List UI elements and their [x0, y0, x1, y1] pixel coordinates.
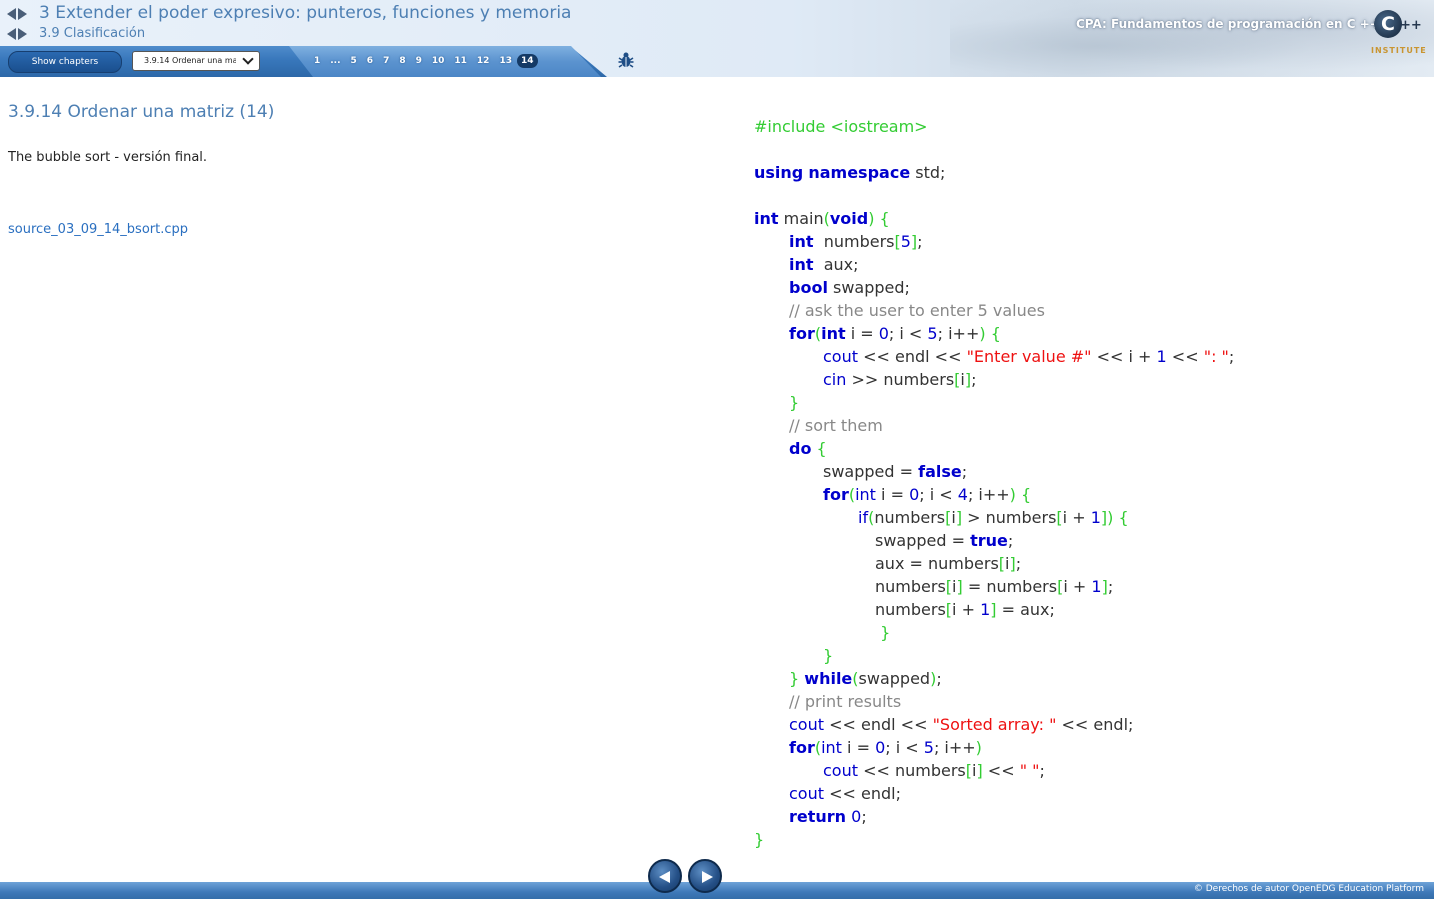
code-line: cout << endl << "Enter value #" << i + 1…	[823, 347, 1235, 366]
logo-c: C	[1374, 10, 1402, 38]
section-nav-arrows	[7, 28, 27, 40]
code-line: }	[754, 830, 765, 849]
code-line: int main(void) {	[754, 209, 890, 228]
code-line: int aux;	[789, 255, 859, 274]
cpp-institute-logo: C ++ INSTITUTE	[1370, 10, 1430, 60]
code-line: numbers[i] = numbers[i + 1];	[875, 577, 1114, 596]
code-line: // sort them	[789, 416, 883, 435]
arrow-left-icon	[659, 871, 670, 883]
next-chapter-icon[interactable]	[18, 8, 27, 20]
page-link[interactable]: 11	[449, 56, 472, 66]
section-title[interactable]: 3.9 Clasificación	[39, 26, 145, 41]
page-link[interactable]: 10	[427, 56, 450, 66]
lesson-select-value: 3.9.14 Ordenar una matriz (14)	[144, 56, 236, 65]
code-line: swapped = false;	[823, 462, 968, 481]
lesson-description: The bubble sort - versión final.	[8, 150, 208, 165]
page-link[interactable]: 8	[394, 56, 410, 66]
previous-page-button[interactable]	[648, 859, 682, 893]
next-section-icon[interactable]	[18, 28, 27, 40]
code-line: for(int i = 0; i < 4; i++) {	[823, 485, 1032, 504]
code-line: using namespace std;	[754, 163, 946, 182]
code-line: if(numbers[i] > numbers[i + 1]) {	[858, 508, 1129, 527]
page-link[interactable]: 13	[494, 56, 517, 66]
code-line: // ask the user to enter 5 values	[789, 301, 1045, 320]
copyright-text: © Derechos de autor OpenEDG Education Pl…	[1193, 884, 1424, 894]
code-line: aux = numbers[i];	[875, 554, 1022, 573]
code-line: for(int i = 0; i < 5; i++)	[789, 738, 982, 757]
code-line: swapped = true;	[875, 531, 1014, 550]
page-link[interactable]: 7	[378, 56, 394, 66]
code-line: do {	[789, 439, 827, 458]
page-link[interactable]: 6	[362, 56, 378, 66]
code-line: cout << endl;	[789, 784, 901, 803]
chevron-down-icon	[242, 53, 254, 65]
code-line: }	[823, 646, 834, 665]
logo-institute: INSTITUTE	[1371, 46, 1427, 55]
code-line: numbers[i + 1] = aux;	[875, 600, 1055, 619]
code-line: return 0;	[789, 807, 867, 826]
page-link[interactable]: 1	[309, 56, 325, 66]
chapter-title[interactable]: 3 Extender el poder expresivo: punteros,…	[39, 3, 571, 23]
prev-chapter-icon[interactable]	[7, 8, 16, 20]
lesson-select[interactable]: 3.9.14 Ordenar una matriz (14)	[132, 51, 260, 71]
prev-section-icon[interactable]	[7, 28, 16, 40]
code-line: for(int i = 0; i < 5; i++) {	[789, 324, 1001, 343]
code-line: cout << endl << "Sorted array: " << endl…	[789, 715, 1134, 734]
chapter-nav-arrows	[7, 8, 27, 20]
code-line: #include <iostream>	[754, 117, 928, 136]
page-link[interactable]: 12	[472, 56, 495, 66]
code-line: cin >> numbers[i];	[823, 370, 977, 389]
logo-plus: ++	[1400, 18, 1422, 33]
course-title: CPA: Fundamentos de programación en C ++	[1076, 17, 1380, 31]
code-line: } while(swapped);	[789, 669, 942, 688]
next-page-button[interactable]	[688, 859, 722, 893]
show-chapters-button[interactable]: Show chapters	[8, 51, 122, 73]
lesson-title: 3.9.14 Ordenar una matriz (14)	[8, 102, 275, 122]
code-line: // print results	[789, 692, 902, 711]
bug-report-icon[interactable]	[617, 51, 635, 69]
code-line: cout << numbers[i] << " ";	[823, 761, 1045, 780]
page-link[interactable]: 5	[346, 56, 362, 66]
page-link[interactable]: 14	[516, 54, 538, 68]
header-bar: 3 Extender el poder expresivo: punteros,…	[0, 0, 1434, 77]
arrow-right-icon	[702, 871, 713, 883]
page-link[interactable]: 9	[411, 56, 427, 66]
page-pagination: 1... 5 6 7 8 9 10 11 12 13 14	[309, 53, 538, 69]
code-listing: #include <iostream> using namespace std;…	[754, 115, 1234, 851]
code-line: }	[789, 393, 800, 412]
header-background-photo	[950, 0, 1434, 77]
code-line: }	[875, 623, 891, 642]
code-line: int numbers[5];	[789, 232, 923, 251]
code-line: bool swapped;	[789, 278, 910, 297]
page-ellipsis: ...	[330, 56, 341, 66]
source-file-link[interactable]: source_03_09_14_bsort.cpp	[8, 222, 188, 237]
